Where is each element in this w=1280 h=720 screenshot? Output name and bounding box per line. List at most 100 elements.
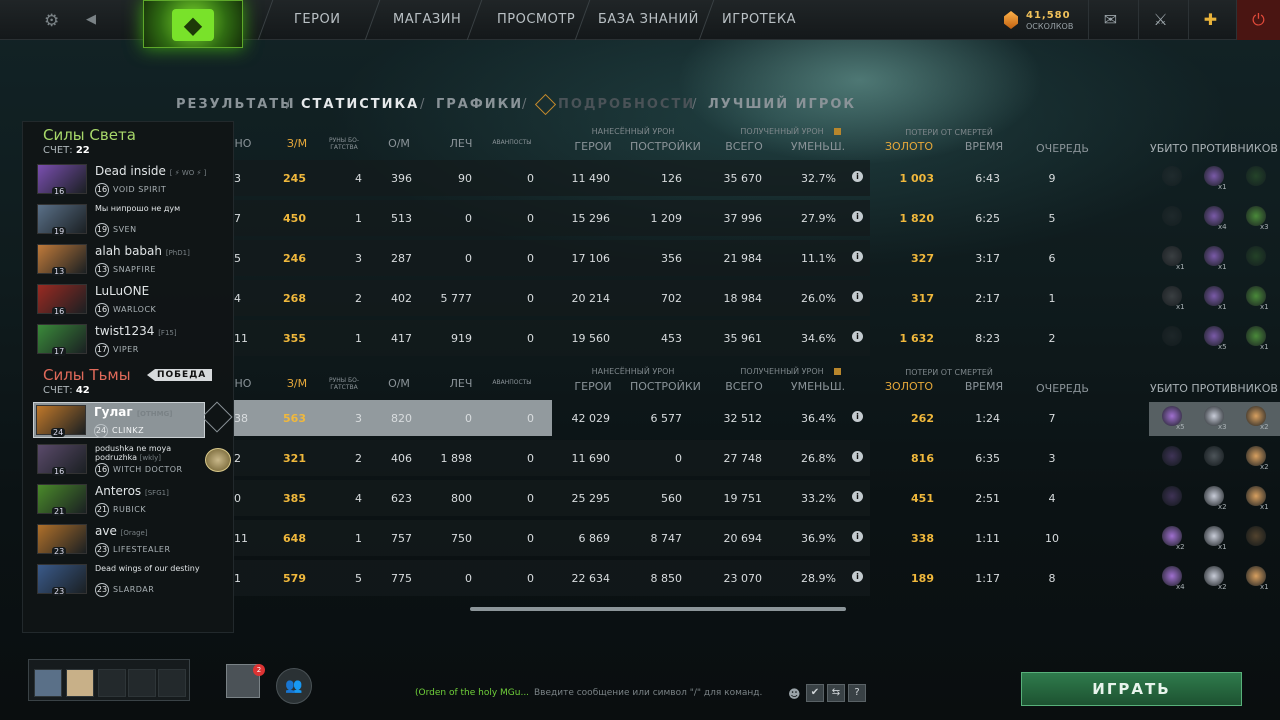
- tab-best-player[interactable]: ЛУЧШИЙ ИГРОК: [708, 97, 856, 112]
- empty-party-slot[interactable]: [98, 669, 126, 697]
- empty-party-slot[interactable]: [128, 669, 156, 697]
- player-name[interactable]: Мы нипрошо не дум: [95, 204, 203, 213]
- empty-party-slot[interactable]: [158, 669, 186, 697]
- info-icon[interactable]: i: [852, 451, 863, 462]
- nav-arcade[interactable]: ИГРОТЕКА: [722, 12, 796, 27]
- nav-learn[interactable]: БАЗА ЗНАНИЙ: [598, 12, 699, 27]
- stats-row[interactable]: [234, 520, 870, 556]
- player-row[interactable]: 16 LuLuONE 16 WARLOCK: [35, 282, 205, 318]
- turn-order: 5: [1048, 212, 1056, 225]
- players-panel: Силы Света СЧЕТ: 22 16 Dead inside [ ⚡ WO…: [22, 121, 234, 633]
- player-row[interactable]: 24 Гулаг [OTHMG] 24 CLINKZ: [33, 402, 205, 438]
- hero-level: 13: [52, 267, 67, 276]
- back-icon[interactable]: ◀: [86, 12, 96, 27]
- stats-row[interactable]: [234, 200, 870, 236]
- header-time: ВРЕМЯ: [964, 380, 1004, 393]
- info-icon[interactable]: i: [852, 251, 863, 262]
- info-icon[interactable]: i: [852, 291, 863, 302]
- horizontal-scrollbar[interactable]: [470, 607, 846, 611]
- stat-gpm: 450: [283, 212, 306, 225]
- player-name[interactable]: Dead inside [ ⚡ WO ⚡ ]: [95, 164, 206, 178]
- stat-col0: 7: [234, 212, 241, 225]
- nav-watch[interactable]: ПРОСМОТР: [497, 12, 575, 27]
- info-icon[interactable]: i: [852, 171, 863, 182]
- stat-xpm: 402: [391, 292, 412, 305]
- info-icon[interactable]: i: [852, 491, 863, 502]
- header-hero-damage: ГЕРОИ: [574, 140, 612, 153]
- stat-col0: 3: [234, 172, 241, 185]
- player-name[interactable]: Гулаг [OTHMG]: [94, 405, 173, 419]
- stats-row[interactable]: [234, 320, 870, 356]
- player-row[interactable]: 21 Anteros [SFG1] 21 RUBICK: [35, 482, 205, 518]
- divider: [574, 0, 591, 40]
- armory-button[interactable]: ⚔: [1138, 0, 1182, 40]
- stats-row[interactable]: [234, 560, 870, 596]
- stat-col0: 38: [234, 412, 248, 425]
- nav-store[interactable]: МАГАЗИН: [393, 12, 461, 27]
- player-name[interactable]: podushka ne moya podruzhka [wkly]: [95, 444, 203, 463]
- ready-check-button[interactable]: ✔: [806, 684, 824, 702]
- stats-row[interactable]: [234, 480, 870, 516]
- friends-button[interactable]: 👥: [276, 668, 312, 704]
- stat-time-dead: 2:51: [975, 492, 1000, 505]
- player-name[interactable]: Dead wings of our destiny: [95, 564, 203, 573]
- stat-xpm: 287: [391, 252, 412, 265]
- kill-count: x3: [1260, 223, 1269, 231]
- share-button[interactable]: ⇆: [827, 684, 845, 702]
- tab-results[interactable]: РЕЗУЛЬТАТЫ: [176, 97, 296, 112]
- player-name[interactable]: twist1234 [F15]: [95, 324, 177, 338]
- chat-input[interactable]: Введите сообщение или символ "/" для ком…: [534, 688, 762, 698]
- stats-row[interactable]: [234, 280, 870, 316]
- tab-graphs[interactable]: ГРАФИКИ: [436, 97, 523, 112]
- player-row[interactable]: 17 twist1234 [F15] 17 VIPER: [35, 322, 205, 358]
- settings-icon[interactable]: ⚙: [44, 11, 59, 31]
- stats-row[interactable]: [234, 160, 870, 196]
- tab-stats[interactable]: СТАТИСТИКА: [301, 97, 419, 112]
- shards-counter[interactable]: 41,580 ОСКОЛКОВ: [1004, 8, 1074, 34]
- stats-row[interactable]: [234, 440, 870, 476]
- header-time: ВРЕМЯ: [964, 140, 1004, 153]
- player-name[interactable]: Anteros [SFG1]: [95, 484, 169, 498]
- score-label: СЧЕТ:: [43, 145, 73, 156]
- player-row[interactable]: 19 Мы нипрошо не дум 19 SVEN: [35, 202, 205, 238]
- stat-building-damage: 356: [661, 252, 682, 265]
- info-icon[interactable]: i: [852, 211, 863, 222]
- exit-button[interactable]: ⏻: [1236, 0, 1280, 40]
- info-icon[interactable]: i: [852, 531, 863, 542]
- player-row[interactable]: 13 alah babah [PhD1] 13 SNAPFIRE: [35, 242, 205, 278]
- player-row[interactable]: 23 Dead wings of our destiny 23 SLARDAR: [35, 562, 205, 598]
- player-row[interactable]: 23 ave [Orage] 23 LIFESTEALER: [35, 522, 205, 558]
- radiant-team-name: Силы Света: [43, 126, 136, 144]
- stat-wards: 0: [527, 212, 534, 225]
- player-level-badge: 23: [95, 583, 109, 597]
- stats-row[interactable]: [234, 240, 870, 276]
- party-member-avatar[interactable]: [34, 669, 62, 697]
- stat-xpm: 820: [391, 412, 412, 425]
- stat-healing: 0: [465, 212, 472, 225]
- mail-button[interactable]: ✉: [1088, 0, 1132, 40]
- emoji-icon[interactable]: ☻: [788, 687, 801, 701]
- player-row[interactable]: 16 Dead inside [ ⚡ WO ⚡ ] 16 VOID SPIRIT: [35, 162, 206, 198]
- dota-logo-button[interactable]: ◆: [143, 0, 243, 48]
- info-icon[interactable]: i: [852, 411, 863, 422]
- player-name[interactable]: LuLuONE: [95, 284, 149, 298]
- player-name[interactable]: alah babah [PhD1]: [95, 244, 190, 258]
- info-icon[interactable]: i: [852, 571, 863, 582]
- stat-xpm: 623: [391, 492, 412, 505]
- help-button[interactable]: ?: [848, 684, 866, 702]
- stats-table: НО З/М РУНЫ БО-ГАТСТВА О/М ЛЕЧ АВАНПОСТЫ НАНЕС…: [234, 121, 1003, 611]
- killed-hero-icon: [1246, 526, 1266, 546]
- player-row[interactable]: 16 podushka ne moya podruzhka [wkly] 16 WIT…: [35, 442, 205, 478]
- play-button[interactable]: ИГРАТЬ: [1021, 672, 1242, 706]
- party-member-avatar[interactable]: [66, 669, 94, 697]
- header-heal: ЛЕЧ: [449, 377, 473, 390]
- top-bar: ⚙ ◀ ◆ ГЕРОИ МАГАЗИН ПРОСМОТР БАЗА ЗНАНИЙ…: [0, 0, 1280, 48]
- tab-details[interactable]: ПОДРОБНОСТИ: [558, 97, 695, 112]
- nav-heroes[interactable]: ГЕРОИ: [294, 12, 340, 27]
- header-received-group: ПОЛУЧЕННЫЙ УРОН: [740, 127, 824, 136]
- plus-button[interactable]: ✚: [1188, 0, 1232, 40]
- chat-channel[interactable]: (Orden of the holy MGu...: [415, 688, 529, 698]
- kill-count: x1: [1260, 343, 1269, 351]
- player-name[interactable]: ave [Orage]: [95, 524, 148, 538]
- info-icon[interactable]: i: [852, 331, 863, 342]
